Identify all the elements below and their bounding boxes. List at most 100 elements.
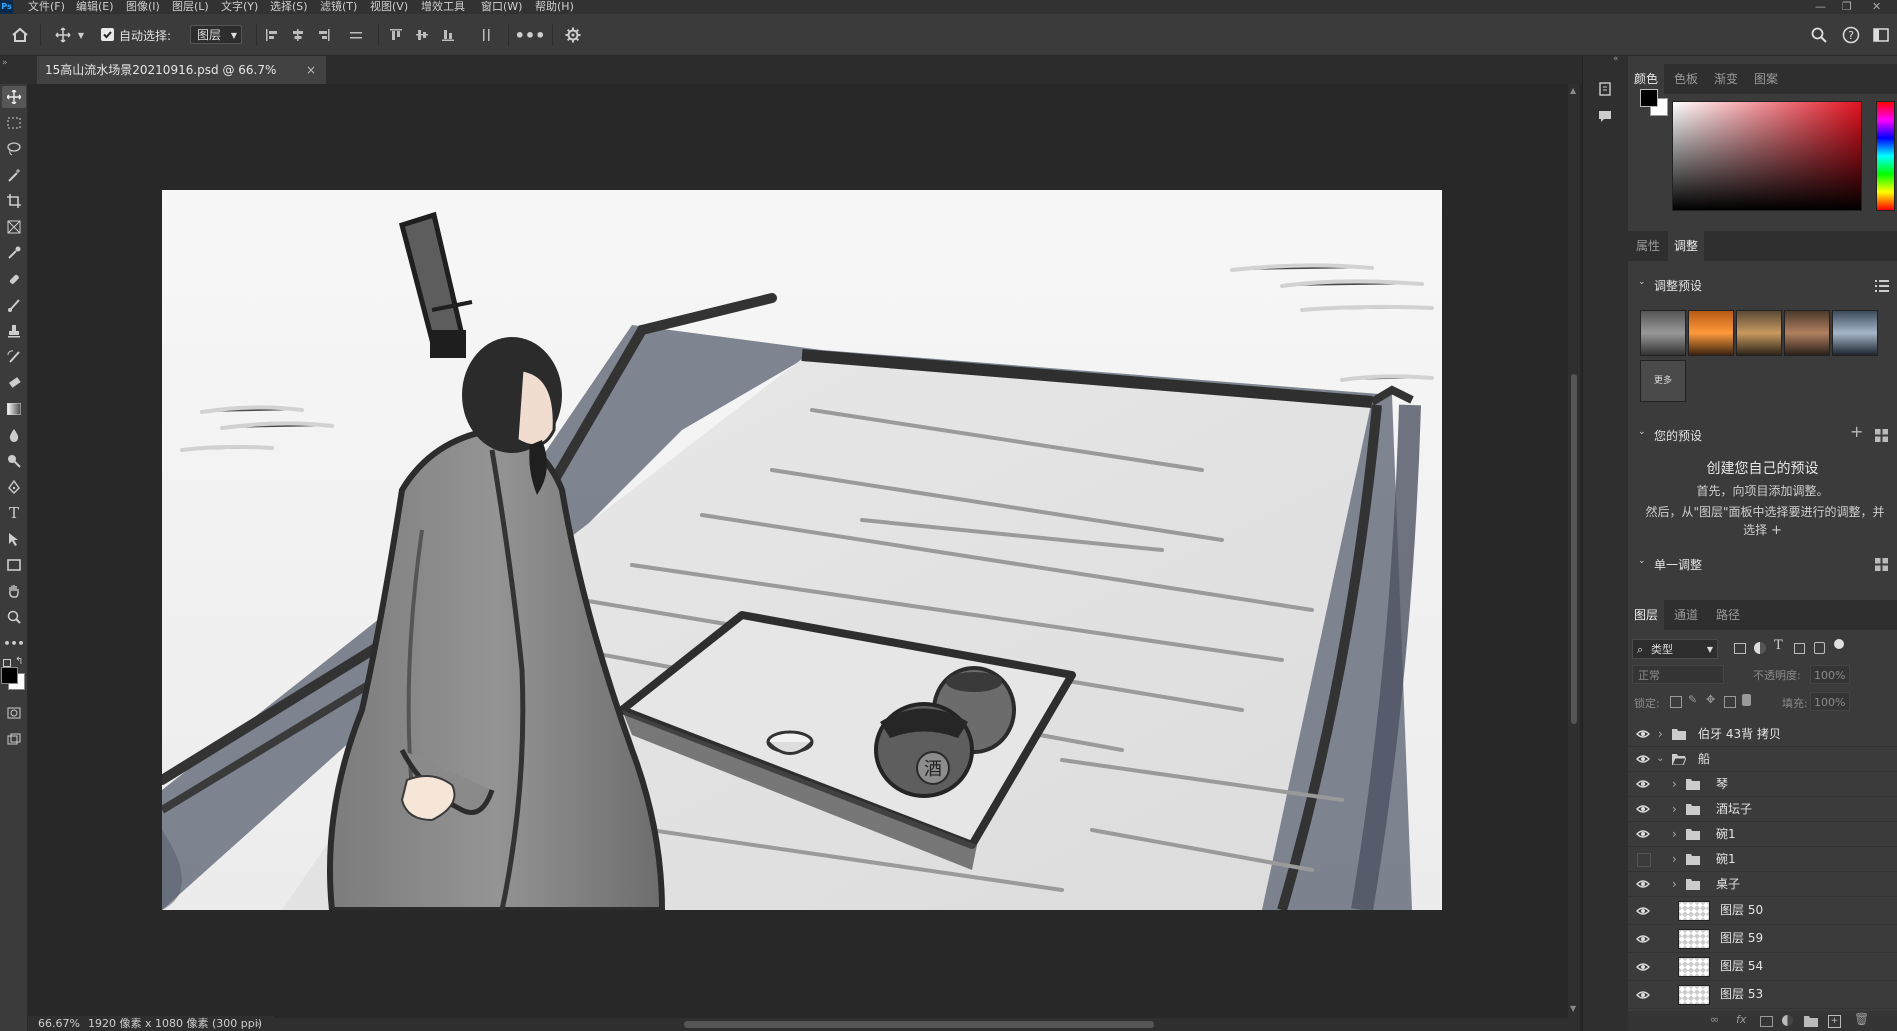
move-tool-preset-icon[interactable] (50, 24, 76, 46)
menu-image[interactable]: 图像(I) (126, 0, 160, 14)
menu-type[interactable]: 文字(Y) (221, 0, 258, 14)
rectangle-tool-icon[interactable] (2, 554, 26, 576)
help-icon[interactable]: ? (1840, 24, 1862, 46)
filter-type-icon[interactable]: T (1774, 638, 1783, 653)
visibility-eye-icon[interactable] (1636, 904, 1650, 918)
comments-panel-icon[interactable] (1594, 106, 1616, 128)
distribute-horizontal-icon[interactable] (346, 24, 366, 46)
gradient-tool-icon[interactable] (2, 398, 26, 420)
filter-pixel-icon[interactable] (1734, 643, 1746, 654)
preset-thumb-vintage[interactable] (1784, 310, 1830, 356)
blur-tool-icon[interactable] (2, 424, 26, 446)
document-canvas[interactable]: 酒 (162, 190, 1442, 910)
menu-layer[interactable]: 图层(L) (172, 0, 209, 14)
layer-row[interactable]: › 琴 (1628, 772, 1897, 797)
document-info[interactable]: 1920 像素 x 1080 像素 (300 ppi) (88, 1016, 262, 1031)
tab-adjustments[interactable]: 调整 (1668, 231, 1705, 261)
pen-tool-icon[interactable] (2, 476, 26, 498)
chevron-right-icon[interactable]: › (1672, 847, 1677, 871)
lock-pixels-icon[interactable]: ✎ (1688, 693, 1697, 706)
expand-icon[interactable]: » (2, 58, 8, 68)
lock-transparent-icon[interactable] (1670, 696, 1682, 708)
tab-channels[interactable]: 通道 (1674, 600, 1698, 630)
menu-file[interactable]: 文件(F) (28, 0, 65, 14)
distribute-vertical-icon[interactable] (476, 24, 496, 46)
blend-mode-dropdown[interactable]: 正常 (1632, 665, 1724, 684)
lock-position-icon[interactable]: ✥ (1706, 693, 1715, 706)
layer-row[interactable]: 图层 50 (1628, 897, 1897, 925)
crop-tool-icon[interactable] (2, 190, 26, 212)
filter-smart-object-icon[interactable] (1814, 642, 1825, 654)
chevron-right-icon[interactable]: › (1672, 797, 1677, 821)
horizontal-scrollbar[interactable] (274, 1018, 1580, 1031)
auto-select-checkbox[interactable] (101, 28, 114, 41)
menu-filter[interactable]: 滤镜(T) (320, 0, 357, 14)
eyedropper-icon[interactable] (2, 242, 26, 264)
visibility-eye-icon[interactable] (1636, 877, 1650, 891)
filter-shape-icon[interactable] (1794, 643, 1805, 654)
chevron-down-icon[interactable]: ⌄ (1656, 747, 1664, 771)
add-preset-icon[interactable]: + (1850, 422, 1863, 441)
tab-properties[interactable]: 属性 (1636, 231, 1660, 261)
scroll-up-icon[interactable]: ▲ (1570, 86, 1576, 95)
layer-row[interactable]: 图层 53 (1628, 981, 1897, 1009)
chevron-down-icon[interactable]: ⌄ (1638, 277, 1646, 287)
list-view-icon[interactable] (1875, 277, 1889, 292)
scroll-down-icon[interactable]: ▼ (1570, 1004, 1576, 1013)
restore-button[interactable]: ❐ (1842, 0, 1852, 14)
preset-thumb-bw[interactable] (1640, 310, 1686, 356)
menu-view[interactable]: 视图(V) (370, 0, 408, 14)
stamp-tool-icon[interactable] (2, 320, 26, 342)
filter-toggle-icon[interactable] (1834, 639, 1844, 649)
layer-row[interactable]: › 酒坛子 (1628, 797, 1897, 822)
chevron-right-icon[interactable]: › (256, 1016, 260, 1031)
default-colors-icon[interactable] (3, 659, 11, 667)
vertical-scroll-thumb[interactable] (1571, 374, 1577, 724)
chevron-right-icon[interactable]: › (1672, 872, 1677, 896)
path-selection-icon[interactable] (2, 528, 26, 550)
panel-foreground-swatch[interactable] (1640, 89, 1658, 107)
magic-wand-icon[interactable] (2, 164, 26, 186)
tab-paths[interactable]: 路径 (1716, 600, 1740, 630)
grid-view-icon[interactable] (1875, 556, 1888, 571)
close-window-button[interactable]: ✕ (1872, 0, 1881, 14)
tab-swatches[interactable]: 色板 (1674, 64, 1698, 94)
grid-view-icon[interactable] (1875, 427, 1888, 442)
more-options-icon[interactable]: ••• (515, 24, 546, 46)
frame-tool-icon[interactable] (2, 216, 26, 238)
visibility-eye-icon[interactable] (1636, 802, 1650, 816)
opacity-input[interactable]: 100% (1810, 665, 1850, 684)
menu-edit[interactable]: 编辑(E) (76, 0, 114, 14)
visibility-eye-icon[interactable] (1636, 777, 1650, 791)
preset-thumb-cool[interactable] (1832, 310, 1878, 356)
tab-gradients[interactable]: 渐变 (1714, 64, 1738, 94)
zoom-tool-icon[interactable] (2, 606, 26, 628)
screen-mode-icon[interactable] (2, 728, 26, 750)
align-center-icon[interactable] (288, 24, 308, 46)
chevron-down-icon[interactable]: ⌄ (1638, 427, 1646, 437)
align-bottom-icon[interactable] (438, 24, 458, 46)
horizontal-scroll-thumb[interactable] (684, 1021, 1154, 1028)
move-tool-icon[interactable] (2, 86, 26, 108)
tab-patterns[interactable]: 图案 (1754, 64, 1778, 94)
visibility-eye-icon[interactable] (1636, 752, 1650, 766)
hue-slider[interactable] (1876, 101, 1895, 211)
visibility-off-box[interactable] (1637, 853, 1651, 867)
align-right-icon[interactable] (314, 24, 334, 46)
visibility-eye-icon[interactable] (1636, 988, 1650, 1002)
color-picker-field[interactable] (1672, 101, 1862, 211)
fill-input[interactable]: 100% (1810, 692, 1850, 711)
close-tab-button[interactable]: × (306, 56, 316, 84)
document-tab[interactable]: 15高山流水场景20210916.psd @ 66.7%(RGB/8#) × (37, 56, 326, 105)
lasso-tool-icon[interactable] (2, 138, 26, 160)
preset-thumb-sepia[interactable] (1736, 310, 1782, 356)
home-icon[interactable] (8, 24, 32, 46)
search-icon[interactable] (1808, 24, 1830, 46)
new-adjustment-icon[interactable] (1782, 1015, 1793, 1026)
layer-row[interactable]: › 桌子 (1628, 872, 1897, 897)
brush-tool-icon[interactable] (2, 294, 26, 316)
visibility-eye-icon[interactable] (1636, 932, 1650, 946)
lock-artboard-icon[interactable] (1724, 696, 1736, 708)
layer-filter-dropdown[interactable]: ⌕ 类型 ▼ (1632, 639, 1718, 659)
preset-thumb-warm[interactable] (1688, 310, 1734, 356)
